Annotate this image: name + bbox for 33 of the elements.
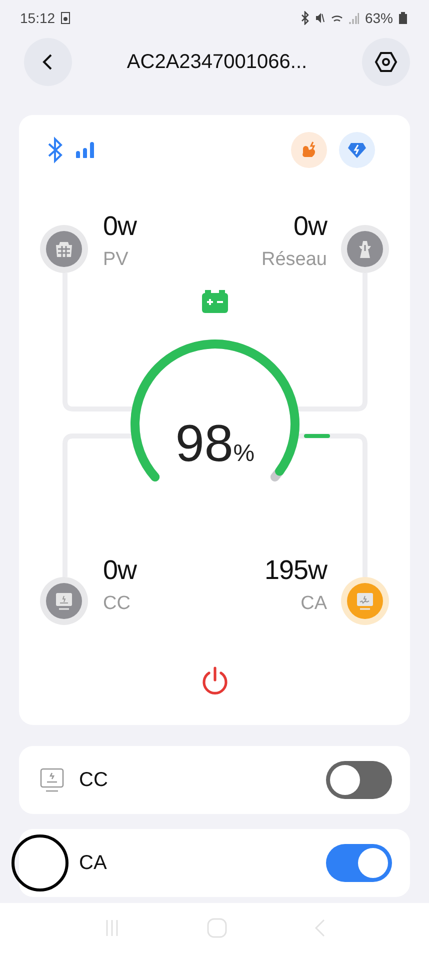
percent-unit: % — [233, 440, 255, 468]
output-label: CC — [79, 768, 109, 792]
signal-icon — [75, 142, 95, 158]
battery-percentage: 98 — [175, 414, 234, 474]
bluetooth-icon — [300, 10, 309, 24]
settings-button[interactable] — [362, 38, 410, 86]
speaker-icon — [61, 12, 70, 24]
source-label: CC — [103, 592, 130, 615]
source-label: CA — [300, 592, 327, 615]
output-label: CA — [79, 852, 108, 874]
power-value: 0w — [103, 554, 137, 586]
battery-icon — [399, 12, 407, 24]
boost-badge[interactable] — [291, 132, 327, 168]
bluetooth-icon — [47, 136, 63, 164]
circle-icon — [11, 834, 69, 892]
output-switch[interactable] — [326, 761, 392, 799]
signal-icon — [348, 12, 359, 24]
device-title: AC2A2347001066... — [126, 50, 308, 74]
settings-icon — [374, 50, 398, 74]
battery-icon — [201, 290, 229, 314]
monitor-icon — [39, 767, 65, 793]
battery-percent: 63% — [364, 10, 393, 26]
output-switch[interactable] — [326, 844, 392, 882]
power-value: 0w — [293, 210, 327, 242]
power-value: 195w — [264, 554, 327, 586]
wifi-icon — [330, 14, 343, 22]
diamond-badge[interactable] — [339, 132, 375, 168]
source-label: PV — [103, 248, 128, 271]
source-label: Réseau — [262, 248, 327, 271]
power-value: 0w — [103, 210, 137, 242]
mute-icon — [314, 10, 325, 24]
clock-time: 15:12 — [20, 10, 56, 26]
back-button[interactable] — [24, 38, 72, 86]
